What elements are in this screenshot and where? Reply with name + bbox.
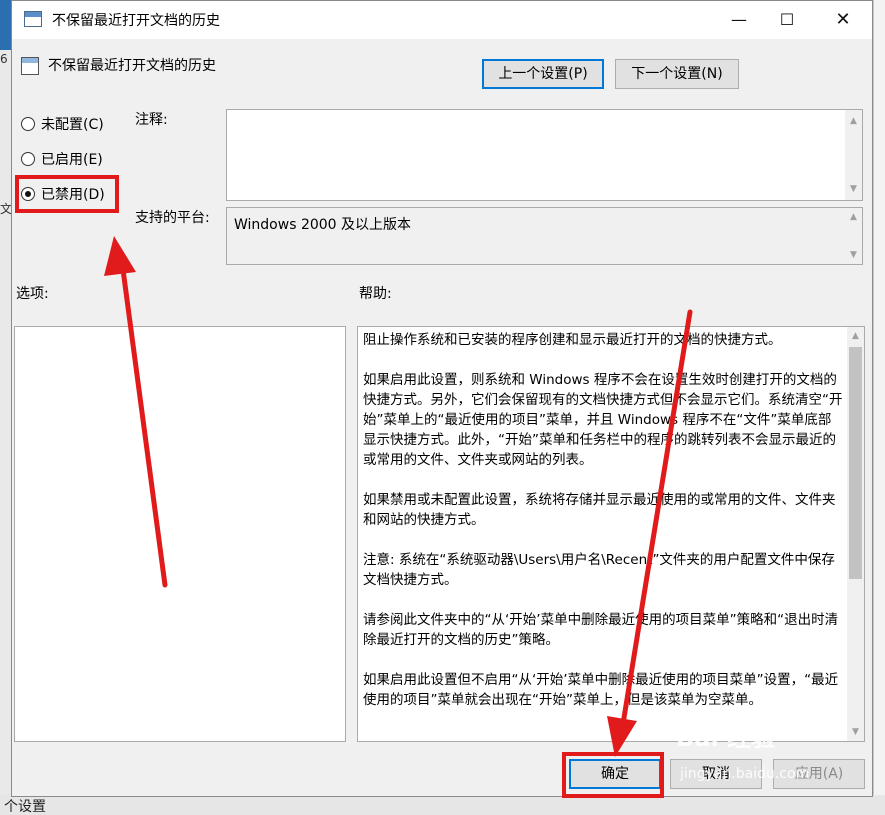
annotation-arrows <box>104 236 693 757</box>
watermark-url: jingyan.baidu.com <box>680 766 810 782</box>
arrow-up-to-disabled <box>104 236 168 588</box>
watermark-brand: Bai 经验 <box>676 724 776 752</box>
arrow-down-to-ok <box>607 309 693 757</box>
baidu-watermark: Bai 经验 jingyan.baidu.com <box>676 718 856 788</box>
